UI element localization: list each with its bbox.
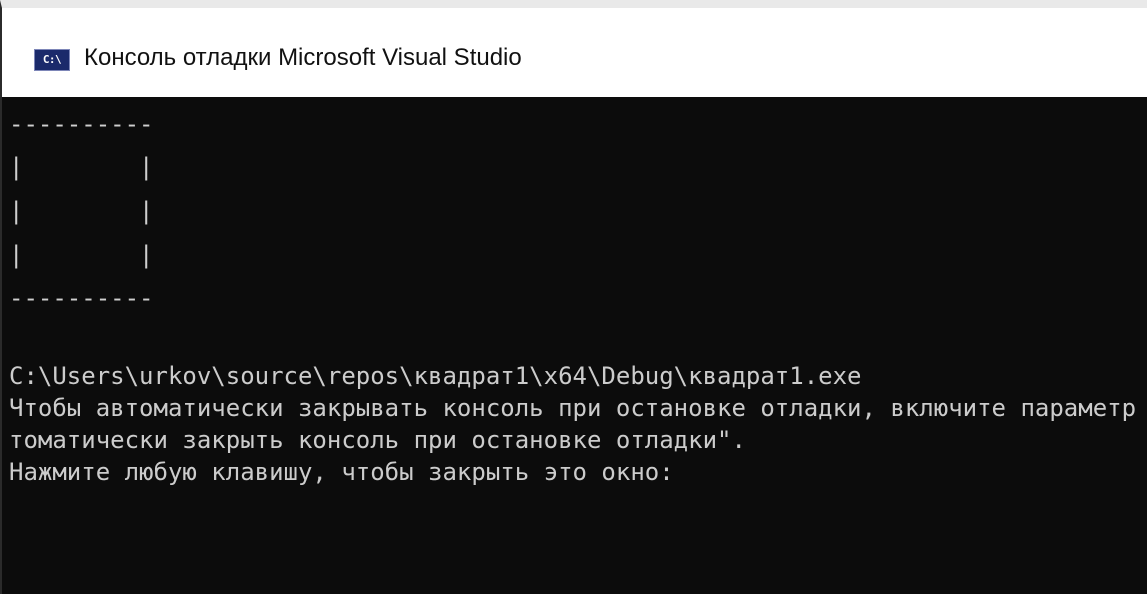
box-side-row: | | (9, 241, 154, 269)
console-output-area[interactable]: ---------- | | | | | | ---------- C:\Use… (2, 97, 1147, 594)
console-app-icon: C:\ (34, 49, 70, 71)
auto-close-hint-line: Чтобы автоматически закрывать консоль пр… (9, 394, 1137, 422)
press-any-key-prompt: Нажмите любую клавишу, чтобы закрыть это… (9, 458, 674, 486)
box-side-row: | | (9, 197, 154, 225)
executable-path-line: C:\Users\urkov\source\repos\квадрат1\x64… (9, 362, 862, 390)
title-bar[interactable]: C:\ Консоль отладки Microsoft Visual Stu… (2, 8, 1147, 97)
box-top-border: ---------- (9, 110, 154, 138)
box-side-row: | | (9, 153, 154, 181)
auto-close-hint-continuation: томатически закрыть консоль при остановк… (9, 426, 746, 454)
box-bottom-border: ---------- (9, 284, 154, 312)
window-title: Консоль отладки Microsoft Visual Studio (84, 44, 522, 71)
console-window: C:\ Консоль отладки Microsoft Visual Stu… (0, 0, 1147, 594)
